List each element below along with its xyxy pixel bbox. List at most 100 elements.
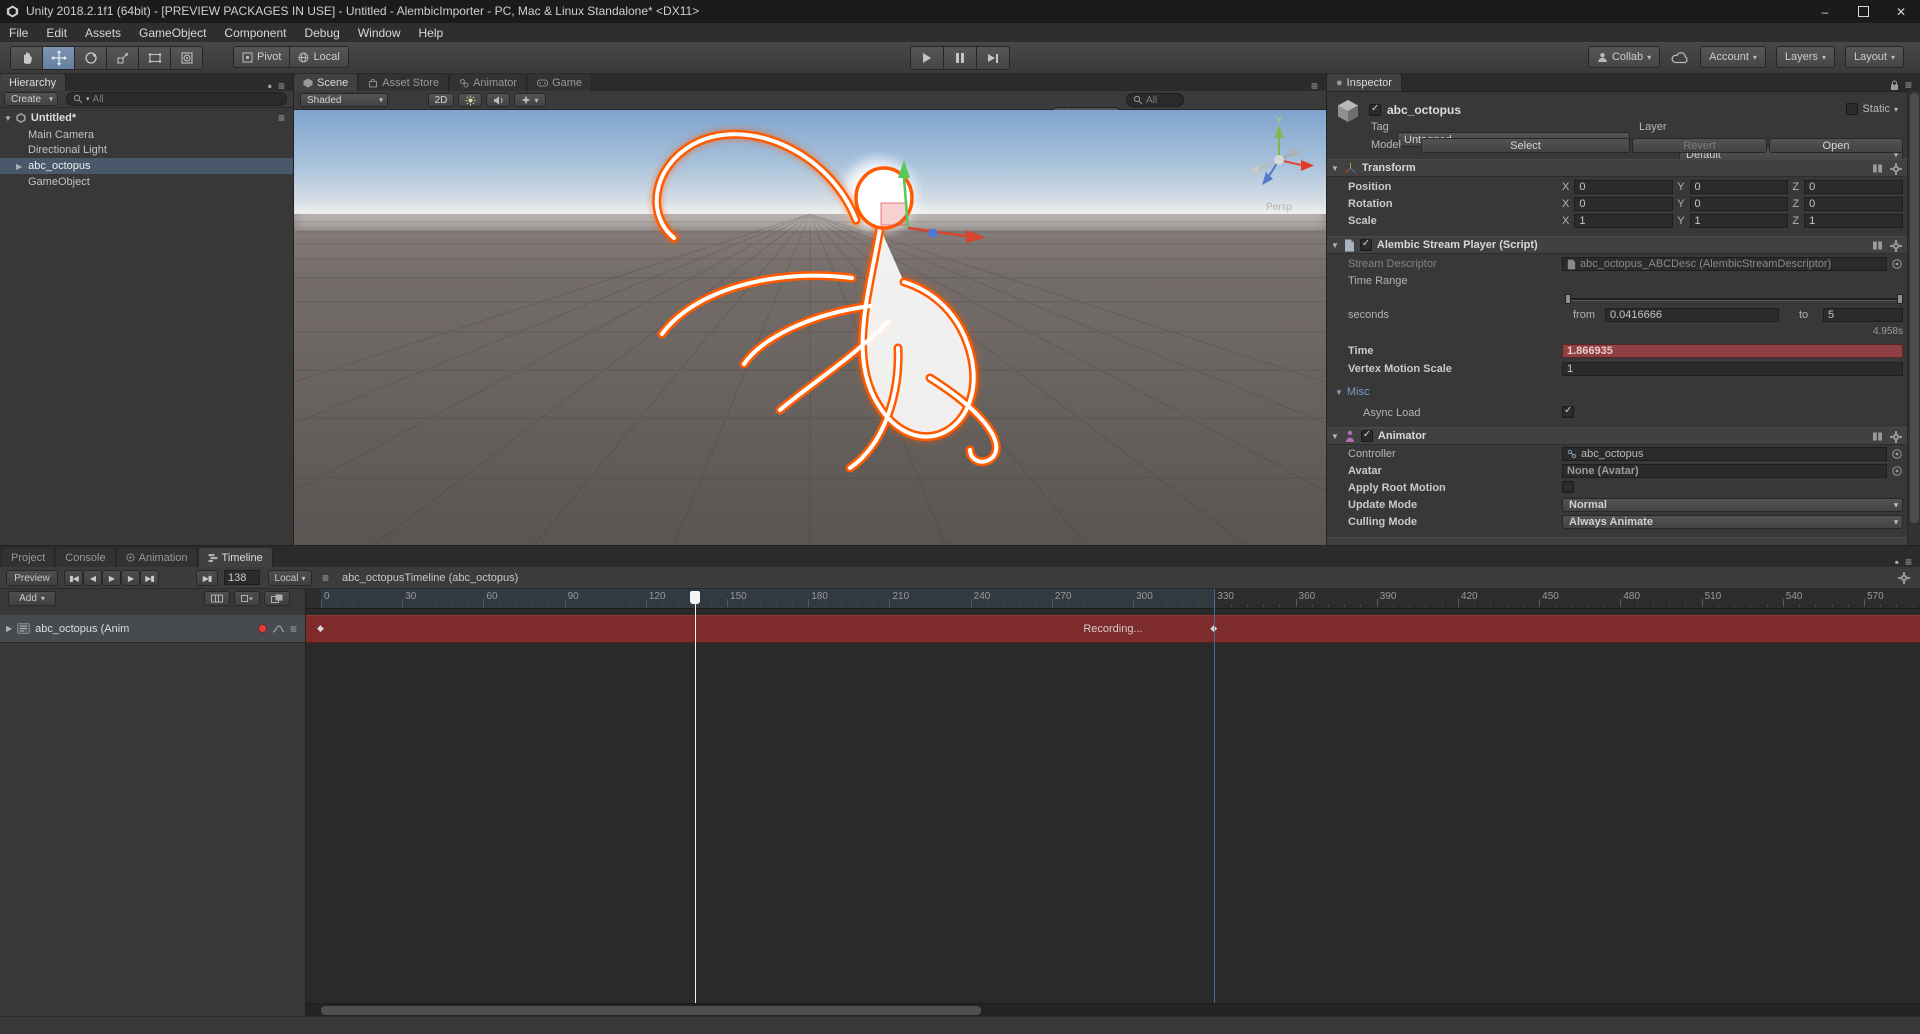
scene-panel-menu-icon[interactable]: ≡ — [1311, 81, 1318, 91]
static-checkbox[interactable] — [1846, 103, 1858, 115]
apply-root-motion-checkbox[interactable] — [1562, 481, 1574, 493]
rotation-x-field[interactable]: 0 — [1574, 197, 1673, 211]
local-toggle-button[interactable]: Local — [290, 46, 348, 68]
object-picker-icon[interactable] — [1891, 465, 1903, 477]
stream-descriptor-field[interactable]: abc_octopus_ABCDesc (AlembicStreamDescri… — [1562, 257, 1887, 271]
tab-game[interactable]: Game — [528, 74, 592, 91]
close-button[interactable]: ✕ — [1882, 0, 1920, 23]
lock-icon[interactable] — [1890, 80, 1899, 91]
add-track-button[interactable]: Add▾ — [8, 591, 56, 606]
scene-menu-icon[interactable]: ≡ — [278, 113, 285, 123]
scale-y-field[interactable]: 1 — [1690, 214, 1789, 228]
frame-field[interactable] — [224, 570, 260, 585]
timeline-play-button[interactable]: ▶ — [102, 570, 121, 586]
tab-hierarchy[interactable]: Hierarchy — [0, 74, 66, 91]
layers-dropdown[interactable]: Layers▾ — [1776, 46, 1835, 68]
preview-toggle-button[interactable]: Preview — [6, 570, 58, 586]
item-foldout-icon[interactable]: ▶ — [16, 162, 22, 171]
layout-dropdown[interactable]: Layout▾ — [1845, 46, 1904, 68]
model-select-button[interactable]: Select — [1421, 138, 1630, 153]
hierarchy-item-directional-light[interactable]: Directional Light — [0, 142, 293, 158]
timeline-canvas[interactable]: 0306090120150180210240270300330360390420… — [306, 589, 1920, 1016]
transform-header[interactable]: ▼ Transform — [1327, 159, 1908, 177]
create-dropdown[interactable]: Create — [4, 92, 58, 106]
inspector-scrollbar-thumb[interactable] — [1910, 93, 1919, 523]
pause-button[interactable] — [944, 46, 977, 70]
menu-gameobject[interactable]: GameObject — [130, 26, 215, 40]
object-picker-icon[interactable] — [1891, 258, 1903, 270]
goto-end-button[interactable]: ▶▮ — [140, 570, 159, 586]
animator-enabled-checkbox[interactable] — [1361, 430, 1373, 442]
object-picker-icon[interactable] — [1891, 448, 1903, 460]
next-frame-button[interactable]: ▶ — [121, 570, 140, 586]
dock-menu-icon[interactable]: ≡ — [1905, 557, 1912, 567]
hierarchy-item-abc-octopus[interactable]: ▶ abc_octopus — [0, 158, 293, 174]
gizmo-z-handle[interactable] — [929, 229, 938, 238]
gear-icon[interactable] — [1890, 431, 1902, 443]
scene-search-input[interactable]: All — [1126, 93, 1184, 107]
help-book-icon[interactable] — [1872, 240, 1883, 251]
scale-x-field[interactable]: 1 — [1574, 214, 1673, 228]
play-button[interactable] — [910, 46, 944, 70]
scene-lighting-toggle[interactable] — [458, 93, 482, 107]
culling-mode-dropdown[interactable]: Always Animate — [1562, 515, 1903, 529]
tab-console[interactable]: Console — [56, 548, 115, 567]
hierarchy-lock-icon[interactable]: ▪ — [268, 81, 272, 91]
cloud-icon[interactable] — [1670, 51, 1690, 64]
menu-file[interactable]: File — [0, 26, 37, 40]
time-field[interactable]: 1.866935 — [1562, 344, 1903, 358]
scene-viewport[interactable]: Y Persp — [294, 110, 1326, 545]
keyframe-diamond[interactable]: ◆ — [317, 623, 324, 634]
rotation-z-field[interactable]: 0 — [1804, 197, 1903, 211]
misc-foldout-icon[interactable]: ▼ — [1335, 388, 1343, 397]
async-load-checkbox[interactable] — [1562, 406, 1574, 418]
hierarchy-menu-icon[interactable]: ≡ — [278, 81, 285, 91]
vertex-motion-scale-field[interactable]: 1 — [1562, 362, 1903, 376]
collab-button[interactable]: Collab▾ — [1588, 46, 1660, 68]
move-tool-button[interactable] — [43, 46, 75, 70]
misc-foldout[interactable]: ▼ Misc — [1335, 386, 1370, 398]
avatar-field[interactable]: None (Avatar) — [1562, 464, 1887, 478]
menu-edit[interactable]: Edit — [37, 26, 76, 40]
position-z-field[interactable]: 0 — [1804, 180, 1903, 194]
slider-max-handle[interactable] — [1897, 294, 1903, 304]
scene-header-row[interactable]: ▼ Untitled* ≡ — [0, 110, 293, 126]
from-field[interactable]: 0.0416666 — [1605, 308, 1779, 322]
tab-project[interactable]: Project — [2, 548, 55, 567]
inspector-menu-icon[interactable]: ≡ — [1905, 80, 1912, 91]
minimize-button[interactable]: – — [1806, 0, 1844, 23]
tab-scene[interactable]: Scene — [294, 74, 358, 91]
menu-window[interactable]: Window — [349, 26, 410, 40]
hierarchy-item-main-camera[interactable]: Main Camera — [0, 127, 293, 143]
scene-foldout-icon[interactable]: ▼ — [4, 114, 12, 123]
transform-tool-button[interactable] — [171, 46, 203, 70]
help-book-icon[interactable] — [1872, 431, 1883, 442]
track-header[interactable]: ▶ abc_octopus (Anim ≡ — [0, 615, 305, 643]
timeline-hscrollbar[interactable] — [306, 1003, 1920, 1016]
timeline-local-dropdown[interactable]: Local▾ — [268, 570, 312, 586]
maximize-button[interactable] — [1844, 0, 1882, 23]
play-range-button[interactable]: ▶▮ — [196, 570, 218, 586]
2d-toggle-button[interactable]: 2D — [428, 93, 454, 107]
menu-help[interactable]: Help — [410, 26, 453, 40]
model-open-button[interactable]: Open — [1769, 138, 1903, 153]
static-group[interactable]: Static ▾ — [1846, 103, 1898, 115]
gear-icon[interactable] — [1890, 240, 1902, 252]
scale-tool-button[interactable] — [107, 46, 139, 70]
help-book-icon[interactable] — [1872, 163, 1883, 174]
rect-tool-button[interactable] — [139, 46, 171, 70]
track-record-icon[interactable] — [258, 624, 267, 633]
tab-timeline[interactable]: Timeline — [199, 548, 273, 567]
tab-animation[interactable]: Animation — [117, 548, 198, 567]
transform-foldout-icon[interactable]: ▼ — [1331, 164, 1339, 173]
alembic-header[interactable]: ▼ Alembic Stream Player (Script) — [1327, 236, 1908, 254]
timeline-list-icon[interactable]: ≡ — [322, 573, 329, 583]
animator-foldout-icon[interactable]: ▼ — [1331, 432, 1339, 441]
alembic-foldout-icon[interactable]: ▼ — [1331, 241, 1339, 250]
account-dropdown[interactable]: Account▾ — [1700, 46, 1766, 68]
model-revert-button[interactable]: Revert — [1632, 138, 1767, 153]
goto-start-button[interactable]: ▮◀ — [64, 570, 83, 586]
timeline-ruler[interactable]: 0306090120150180210240270300330360390420… — [306, 589, 1920, 609]
gear-icon[interactable] — [1890, 163, 1902, 175]
position-y-field[interactable]: 0 — [1690, 180, 1789, 194]
